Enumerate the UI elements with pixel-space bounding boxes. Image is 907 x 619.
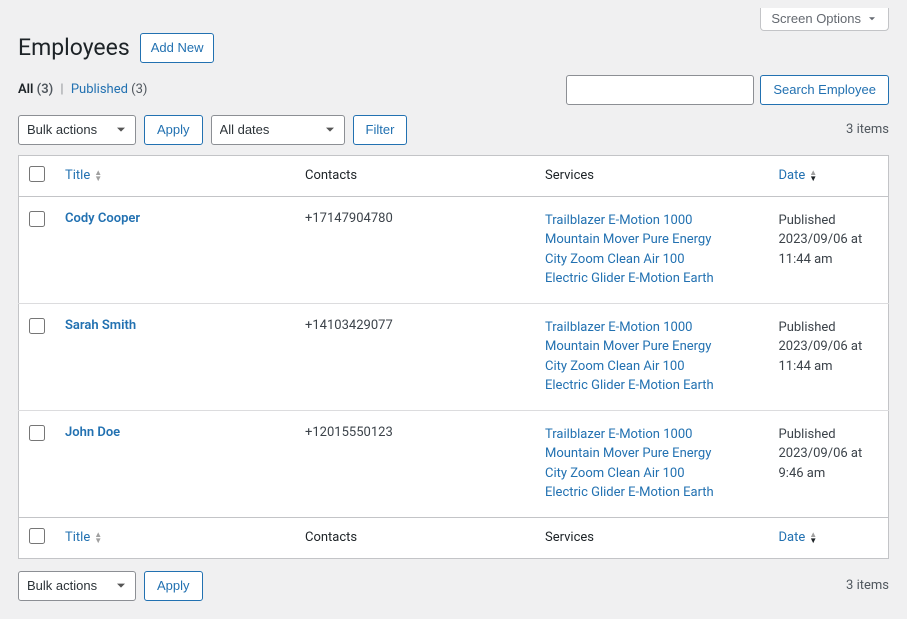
sort-icon: ▲▼ xyxy=(809,170,817,182)
select-all-top[interactable] xyxy=(29,166,45,182)
view-published[interactable]: Published (3) xyxy=(71,82,148,97)
service-link[interactable]: Mountain Mover Pure Energy xyxy=(545,444,759,464)
row-services: Trailblazer E-Motion 1000Mountain Mover … xyxy=(535,196,769,303)
view-all[interactable]: All (3) xyxy=(18,82,53,97)
service-link[interactable]: Electric Glider E-Motion Earth xyxy=(545,483,759,503)
view-filters: All (3) | Published (3) xyxy=(18,82,147,97)
add-new-button[interactable]: Add New xyxy=(140,33,215,63)
bulk-actions-select[interactable]: Bulk actions xyxy=(18,115,136,145)
row-title-link[interactable]: John Doe xyxy=(65,425,120,440)
row-checkbox[interactable] xyxy=(29,425,45,441)
sort-icon: ▲▼ xyxy=(94,532,102,544)
service-link[interactable]: City Zoom Clean Air 100 xyxy=(545,357,759,377)
screen-options-label: Screen Options xyxy=(771,11,861,26)
row-title-link[interactable]: Cody Cooper xyxy=(65,211,140,226)
service-link[interactable]: City Zoom Clean Air 100 xyxy=(545,250,759,270)
row-contacts: +14103429077 xyxy=(295,303,535,410)
select-all-bottom[interactable] xyxy=(29,528,45,544)
sort-icon: ▲▼ xyxy=(809,532,817,544)
apply-bulk-button-bottom[interactable]: Apply xyxy=(144,571,203,601)
row-title-link[interactable]: Sarah Smith xyxy=(65,318,136,333)
table-row: Sarah Smith+14103429077Trailblazer E-Mot… xyxy=(19,303,889,410)
items-count-top: 3 items xyxy=(846,122,889,137)
row-contacts: +17147904780 xyxy=(295,196,535,303)
search-button[interactable]: Search Employee xyxy=(760,75,889,105)
table-row: Cody Cooper+17147904780Trailblazer E-Mot… xyxy=(19,196,889,303)
service-link[interactable]: Electric Glider E-Motion Earth xyxy=(545,269,759,289)
sort-icon: ▲▼ xyxy=(94,170,102,182)
row-services: Trailblazer E-Motion 1000Mountain Mover … xyxy=(535,303,769,410)
page-title: Employees xyxy=(18,34,130,61)
col-date-sort[interactable]: Date ▲▼ xyxy=(779,168,818,183)
row-date: Published2023/09/06 at 11:44 am xyxy=(769,196,889,303)
col-services-foot: Services xyxy=(535,517,769,558)
service-link[interactable]: Trailblazer E-Motion 1000 xyxy=(545,211,759,231)
col-title-sort-foot[interactable]: Title ▲▼ xyxy=(65,530,102,545)
col-title-sort[interactable]: Title ▲▼ xyxy=(65,168,102,183)
col-contacts: Contacts xyxy=(295,155,535,196)
screen-options-button[interactable]: Screen Options xyxy=(760,8,889,31)
service-link[interactable]: Electric Glider E-Motion Earth xyxy=(545,376,759,396)
col-services: Services xyxy=(535,155,769,196)
service-link[interactable]: Trailblazer E-Motion 1000 xyxy=(545,318,759,338)
search-input[interactable] xyxy=(566,75,754,105)
service-link[interactable]: City Zoom Clean Air 100 xyxy=(545,464,759,484)
date-filter-select[interactable]: All dates xyxy=(211,115,345,145)
table-row: John Doe+12015550123Trailblazer E-Motion… xyxy=(19,410,889,517)
service-link[interactable]: Mountain Mover Pure Energy xyxy=(545,230,759,250)
row-contacts: +12015550123 xyxy=(295,410,535,517)
employees-table: Title ▲▼ Contacts Services Date ▲▼ Cody … xyxy=(18,155,889,559)
row-date: Published2023/09/06 at 11:44 am xyxy=(769,303,889,410)
col-date-sort-foot[interactable]: Date ▲▼ xyxy=(779,530,818,545)
apply-bulk-button[interactable]: Apply xyxy=(144,115,203,145)
filter-button[interactable]: Filter xyxy=(353,115,408,145)
row-checkbox[interactable] xyxy=(29,211,45,227)
bulk-actions-select-bottom[interactable]: Bulk actions xyxy=(18,571,136,601)
row-services: Trailblazer E-Motion 1000Mountain Mover … xyxy=(535,410,769,517)
row-date: Published2023/09/06 at 9:46 am xyxy=(769,410,889,517)
items-count-bottom: 3 items xyxy=(846,578,889,593)
chevron-down-icon xyxy=(866,13,878,25)
col-contacts-foot: Contacts xyxy=(295,517,535,558)
row-checkbox[interactable] xyxy=(29,318,45,334)
service-link[interactable]: Trailblazer E-Motion 1000 xyxy=(545,425,759,445)
service-link[interactable]: Mountain Mover Pure Energy xyxy=(545,337,759,357)
